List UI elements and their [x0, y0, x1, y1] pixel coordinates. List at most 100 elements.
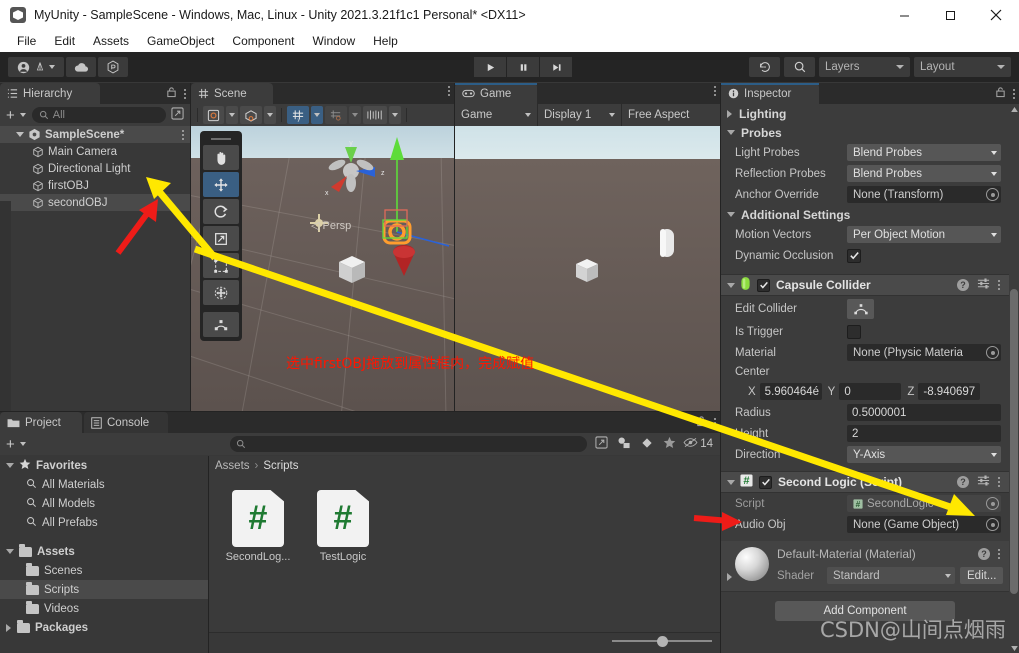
chevron-down-icon[interactable]	[19, 113, 26, 117]
hierarchy-menu-icon[interactable]	[184, 88, 186, 99]
pause-button[interactable]	[507, 57, 539, 77]
asset-zoom-slider[interactable]	[612, 634, 712, 648]
motion-vectors-dropdown[interactable]: Per Object Motion	[847, 226, 1001, 243]
capsule-collider-enabled-checkbox[interactable]	[757, 278, 770, 292]
help-icon[interactable]: ?	[957, 476, 969, 488]
scene-draw-mode-dropdown[interactable]	[226, 106, 238, 124]
component-header-second-logic[interactable]: # Second Logic (Script) ?	[721, 471, 1009, 493]
scene-audio-dropdown[interactable]	[349, 106, 361, 124]
tab-project[interactable]: Project	[0, 412, 82, 433]
chevron-down-icon[interactable]	[6, 549, 14, 554]
move-tool-button[interactable]	[203, 172, 239, 197]
height-input[interactable]: 2	[847, 425, 1001, 442]
scene-gizmos-dropdown[interactable]	[389, 106, 401, 124]
scene-lighting-button[interactable]: y	[287, 106, 309, 124]
rotate-tool-button[interactable]	[203, 199, 239, 224]
shader-dropdown[interactable]: Standard	[827, 567, 955, 584]
project-tree-packages[interactable]: Packages	[0, 618, 208, 637]
star-icon[interactable]	[663, 436, 676, 452]
chevron-right-icon[interactable]	[727, 573, 732, 581]
object-picker-icon[interactable]	[986, 188, 999, 201]
undo-history-button[interactable]	[749, 57, 780, 77]
cloud-button[interactable]	[66, 57, 96, 77]
game-display-dropdown[interactable]: Display 1	[538, 104, 622, 126]
inspector-scroll-thumb[interactable]	[1010, 289, 1018, 594]
hierarchy-scene-root[interactable]: SampleScene*	[0, 126, 190, 143]
hierarchy-item-main-camera[interactable]: Main Camera	[0, 143, 190, 160]
menu-edit[interactable]: Edit	[45, 32, 84, 50]
component-header-capsule-collider[interactable]: Capsule Collider ?	[721, 274, 1009, 296]
search-button[interactable]	[784, 57, 815, 77]
asset-zoom-knob[interactable]	[657, 635, 668, 647]
inspector-foldout-lighting[interactable]: Lighting	[721, 104, 1009, 123]
asset-item-secondlogic[interactable]: # SecondLog...	[223, 490, 293, 563]
project-tree-assets[interactable]: Assets	[0, 542, 208, 561]
scroll-up-arrow-icon[interactable]	[1010, 104, 1018, 114]
capsule-collider-menu-icon[interactable]	[998, 280, 1000, 290]
close-button[interactable]	[973, 0, 1019, 30]
physic-material-objectfield[interactable]: None (Physic Materia	[847, 344, 1001, 361]
chevron-down-icon[interactable]	[727, 282, 735, 288]
game-display-mode-dropdown[interactable]: Game	[455, 104, 538, 126]
account-button[interactable]	[8, 57, 64, 77]
menu-component[interactable]: Component	[223, 32, 303, 50]
project-add-button[interactable]: +	[4, 437, 17, 452]
inspector-menu-icon[interactable]	[1013, 88, 1015, 99]
edit-collider-button[interactable]	[847, 298, 874, 319]
project-expand-icon[interactable]	[595, 436, 608, 452]
hierarchy-item-firstobj[interactable]: firstOBJ	[0, 177, 190, 194]
radius-input[interactable]: 0.5000001	[847, 404, 1001, 421]
menu-file[interactable]: File	[8, 32, 45, 50]
breadcrumb-assets[interactable]: Assets	[215, 460, 250, 472]
scale-tool-button[interactable]	[203, 226, 239, 251]
menu-window[interactable]: Window	[303, 32, 364, 50]
asset-item-testlogic[interactable]: # TestLogic	[308, 490, 378, 563]
scene-menu-icon[interactable]	[448, 86, 450, 96]
scene-context-menu-icon[interactable]	[182, 129, 184, 140]
inspector-scrollbar[interactable]	[1009, 104, 1019, 653]
help-icon[interactable]: ?	[957, 279, 969, 291]
menu-assets[interactable]: Assets	[84, 32, 138, 50]
project-tree-scripts[interactable]: Scripts	[0, 580, 208, 599]
preset-icon[interactable]	[977, 474, 990, 490]
scene-2d-button[interactable]	[240, 106, 262, 124]
lock-icon[interactable]	[995, 86, 1006, 101]
hierarchy-item-secondobj[interactable]: secondOBJ	[0, 194, 190, 211]
scene-gizmos-button[interactable]	[363, 106, 387, 124]
project-menu-icon[interactable]	[714, 417, 716, 428]
play-button[interactable]	[474, 57, 506, 77]
project-tree-videos[interactable]: Videos	[0, 599, 208, 618]
layers-dropdown[interactable]: Layers	[819, 57, 910, 77]
project-search-input[interactable]	[229, 436, 588, 452]
hand-tool-button[interactable]	[203, 145, 239, 170]
minimize-button[interactable]	[881, 0, 927, 30]
custom-tool-button[interactable]	[203, 312, 239, 337]
project-tree-scenes[interactable]: Scenes	[0, 561, 208, 580]
hierarchy-item-directional-light[interactable]: Directional Light	[0, 160, 190, 177]
layout-dropdown[interactable]: Layout	[914, 57, 1011, 77]
chevron-down-icon[interactable]	[6, 463, 14, 468]
filter-label-icon[interactable]	[641, 437, 653, 452]
scene-draw-mode-button[interactable]	[203, 106, 224, 124]
chevron-right-icon[interactable]	[6, 623, 11, 632]
help-icon[interactable]: ?	[978, 548, 990, 560]
direction-dropdown[interactable]: Y-Axis	[847, 446, 1001, 463]
project-tree-all-materials[interactable]: All Materials	[0, 475, 208, 494]
shader-edit-button[interactable]: Edit...	[960, 567, 1004, 584]
project-tree-favorites[interactable]: Favorites	[0, 456, 208, 475]
scene-audio-button[interactable]	[325, 106, 347, 124]
project-tree-all-prefabs[interactable]: All Prefabs	[0, 513, 208, 532]
scene-2d-dropdown[interactable]	[264, 106, 276, 124]
second-logic-enabled-checkbox[interactable]	[759, 475, 772, 489]
maximize-button[interactable]	[927, 0, 973, 30]
anchor-override-objectfield[interactable]: None (Transform)	[847, 186, 1001, 203]
tab-inspector[interactable]: Inspector	[721, 83, 819, 104]
filter-type-icon[interactable]	[617, 436, 631, 452]
object-picker-icon[interactable]	[986, 346, 999, 359]
inspector-foldout-probes[interactable]: Probes	[721, 123, 1009, 142]
lock-icon[interactable]	[166, 86, 177, 101]
center-x-input[interactable]: 5.960464é	[759, 383, 822, 400]
dynamic-occlusion-checkbox[interactable]	[847, 248, 861, 263]
menu-gameobject[interactable]: GameObject	[138, 32, 223, 50]
center-y-input[interactable]: 0	[839, 383, 902, 400]
